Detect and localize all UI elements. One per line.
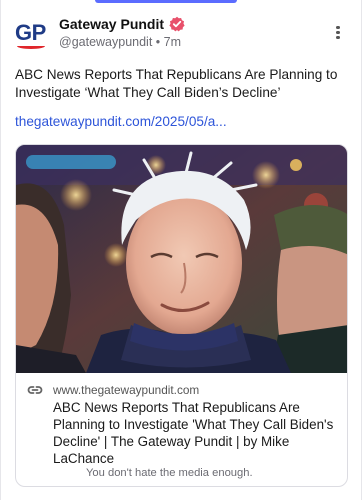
card-description: You don't hate the media enough.	[86, 467, 253, 479]
display-name[interactable]: Gateway Pundit	[59, 16, 164, 32]
domain-row: www.thegatewaypundit.com	[27, 383, 199, 397]
post-link[interactable]: thegatewaypundit.com/2025/05/a...	[15, 114, 227, 129]
verified-badge-icon	[169, 16, 185, 32]
handle[interactable]: @gatewaypundit	[59, 35, 152, 49]
card-meta: www.thegatewaypundit.com ABC News Report…	[16, 373, 347, 486]
more-vertical-icon[interactable]	[331, 24, 345, 42]
timestamp[interactable]: 7m	[164, 35, 181, 49]
name-row: Gateway Pundit	[59, 16, 185, 32]
handle-row: @gatewaypundit • 7m	[59, 35, 181, 49]
post-header: GP Gateway Pundit @gatewaypundit • 7m	[15, 14, 347, 52]
post-text: ABC News Reports That Republicans Are Pl…	[15, 67, 338, 100]
separator-dot: •	[155, 35, 161, 49]
card-thumbnail-image	[16, 145, 347, 373]
card-title[interactable]: ABC News Reports That Republicans Are Pl…	[53, 399, 343, 467]
card-domain: www.thegatewaypundit.com	[53, 383, 200, 397]
avatar[interactable]: GP	[15, 16, 49, 50]
logo-swoosh	[17, 43, 45, 49]
link-icon	[27, 386, 43, 394]
post-item[interactable]: GP Gateway Pundit @gatewaypundit • 7m AB…	[0, 0, 362, 500]
link-preview-card[interactable]: www.thegatewaypundit.com ABC News Report…	[15, 144, 348, 487]
